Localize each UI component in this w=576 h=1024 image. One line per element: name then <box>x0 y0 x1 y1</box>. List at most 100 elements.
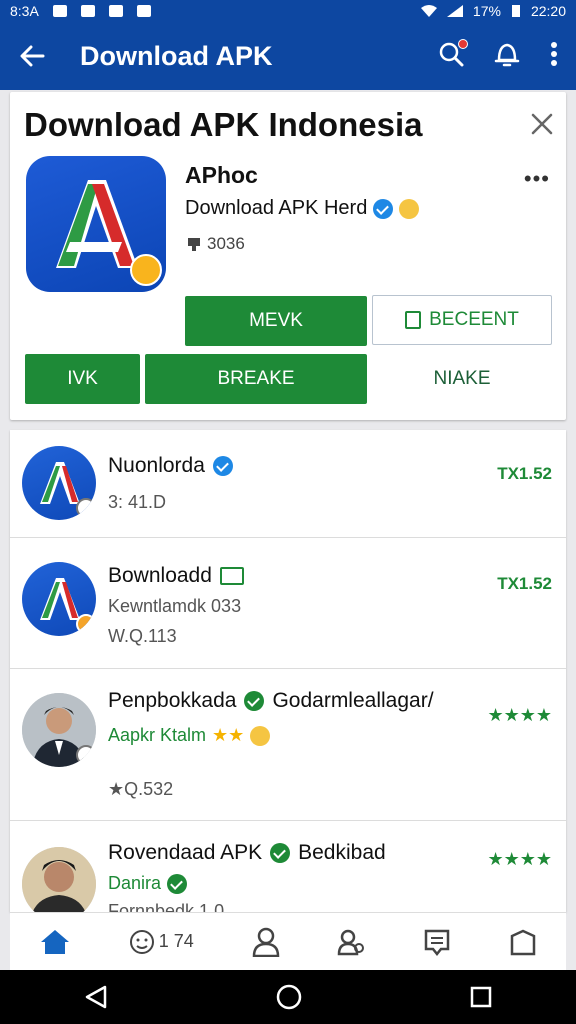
outline-button-label: BECEENT <box>429 309 519 330</box>
app-list: Nuonlorda 3: 41.D TX1.52 Bownloadd Kewnt… <box>10 430 566 912</box>
verified-icon <box>373 198 394 219</box>
people-icon <box>338 929 365 955</box>
rating-stars: ★★★★ <box>487 705 552 725</box>
face-icon <box>129 929 154 954</box>
badge-icon <box>76 745 96 765</box>
list-item-subtitle: Kewntlamdk 033 <box>108 596 242 616</box>
nav-share[interactable] <box>337 928 365 956</box>
flat-button[interactable]: NIAKE <box>372 354 552 404</box>
folder-icon <box>510 929 536 955</box>
app-bar-title: Download APK <box>80 40 273 71</box>
system-navigation <box>0 970 576 1024</box>
status-time-left: 8:3A <box>10 3 39 19</box>
list-item-subtitle: Danira <box>108 873 188 894</box>
check-badge-icon <box>130 254 162 286</box>
list-item-title: Bownloadd <box>108 564 244 588</box>
box-icon <box>219 567 244 585</box>
badge-icon <box>76 614 96 634</box>
small-button[interactable]: IVK <box>25 354 140 404</box>
app-size: 3036 <box>207 234 245 253</box>
app-bar: Download APK <box>0 22 576 90</box>
developer-name: Download APK Herd <box>185 197 368 219</box>
list-item[interactable]: Bownloadd Kewntlamdk 033 W.Q.113 TX1.52 <box>10 538 566 669</box>
list-item[interactable]: Rovendaad APK Bedkibad Danira Fornnbedk … <box>10 821 566 912</box>
notifications-button[interactable] <box>494 40 520 73</box>
battery-percent: 17% <box>472 3 501 19</box>
list-item-price: TX1.52 <box>497 574 552 593</box>
card-title: Download APK Indonesia <box>24 106 423 143</box>
list-item-title: Penpbokkada Godarmleallagar/ <box>108 689 434 713</box>
message-icon <box>424 929 450 956</box>
list-item[interactable]: Nuonlorda 3: 41.D TX1.52 <box>10 430 566 538</box>
notification-icon <box>136 5 151 17</box>
notification-icon <box>52 5 67 17</box>
emoji-icon <box>250 725 271 746</box>
notification-dot <box>458 38 468 49</box>
list-item-subtitle: 3: 41.D <box>108 492 167 512</box>
wifi-icon <box>420 5 437 17</box>
recents-square-icon[interactable] <box>469 985 493 1009</box>
subtitle-text: Aapkr Ktalm <box>108 725 207 745</box>
list-item-meta: Fornnbedk 1.0 <box>108 901 225 912</box>
avatar <box>22 847 96 912</box>
title-text-secondary: Godarmleallagar/ <box>272 689 434 712</box>
list-item-subtitle: Aapkr Ktalm ★★ <box>108 725 271 746</box>
back-button[interactable] <box>0 45 64 67</box>
nav-downloads[interactable]: 1 74 <box>129 928 194 956</box>
title-text: Bownloadd <box>108 564 212 587</box>
emoji-icon <box>399 198 420 219</box>
bell-icon <box>494 43 520 66</box>
app-icon[interactable] <box>26 156 166 292</box>
search-button[interactable] <box>438 38 468 72</box>
list-item-meta: W.Q.113 <box>108 626 177 646</box>
back-arrow-icon <box>20 45 45 67</box>
more-vert-icon <box>551 41 557 66</box>
app-name: APhoc <box>185 162 258 188</box>
back-triangle-icon[interactable] <box>83 984 109 1010</box>
avatar <box>22 693 96 767</box>
badge-icon <box>76 498 96 518</box>
avatar <box>22 562 96 636</box>
featured-app-card: Download APK Indonesia APhoc ••• Downloa… <box>10 92 566 420</box>
close-icon[interactable] <box>528 110 556 138</box>
break-button[interactable]: BREAKE <box>145 354 367 404</box>
list-item-price: TX1.52 <box>497 464 552 483</box>
title-text-secondary: Bedkibad <box>298 841 386 864</box>
more-horiz-icon[interactable]: ••• <box>524 166 550 192</box>
home-circle-icon[interactable] <box>275 983 303 1011</box>
signal-icon <box>446 5 463 17</box>
subtitle-text: Danira <box>108 873 162 893</box>
verified-icon <box>212 456 233 476</box>
notification-icon <box>80 5 95 17</box>
list-item-title: Nuonlorda <box>108 454 233 478</box>
battery-icon <box>511 5 520 17</box>
outline-button[interactable]: BECEENT <box>372 295 552 345</box>
overflow-menu-button[interactable] <box>550 41 558 72</box>
title-text: Penpbokkada <box>108 689 237 712</box>
title-text: Rovendaad APK <box>108 841 263 864</box>
person-photo-icon <box>22 847 96 912</box>
avatar <box>22 446 96 520</box>
developer-row: Download APK Herd <box>185 197 420 220</box>
verified-icon <box>244 691 265 711</box>
list-item-meta: ★Q.532 <box>108 779 174 799</box>
nav-messages[interactable] <box>423 928 451 956</box>
nav-label: 1 74 <box>158 931 194 951</box>
thumbs-icon <box>188 238 200 251</box>
list-item[interactable]: Penpbokkada Godarmleallagar/ Aapkr Ktalm… <box>10 669 566 821</box>
status-bar: 8:3A 17% 22:20 <box>0 0 576 22</box>
nav-home[interactable] <box>39 928 71 956</box>
home-icon <box>40 929 69 954</box>
primary-button[interactable]: MEVK <box>185 296 367 346</box>
rating-stars: ★★★★ <box>487 849 552 869</box>
verified-icon <box>167 873 188 894</box>
nav-profile[interactable] <box>252 927 280 957</box>
nav-library[interactable] <box>509 928 537 956</box>
person-icon <box>252 927 279 957</box>
list-item-title: Rovendaad APK Bedkibad <box>108 841 386 865</box>
bottom-navigation: 1 74 <box>10 912 566 970</box>
bookmark-icon <box>405 311 422 329</box>
status-time-right: 22:20 <box>530 3 566 19</box>
title-text: Nuonlorda <box>108 454 205 477</box>
size-row: 3036 <box>187 234 245 254</box>
